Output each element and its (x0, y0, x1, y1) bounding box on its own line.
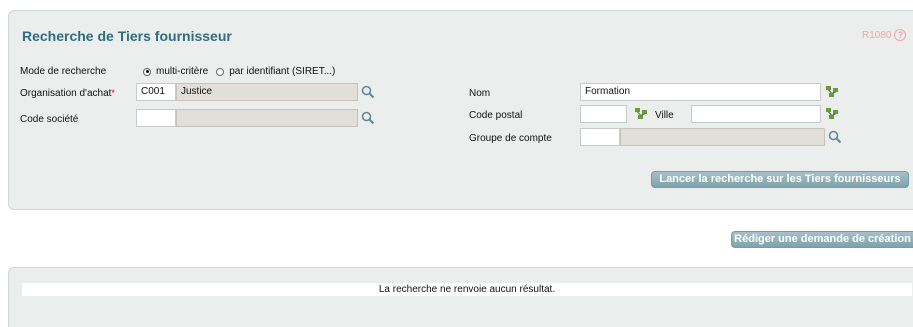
groupe-compte-search-icon[interactable] (828, 130, 842, 144)
groupe-compte-label: Groupe de compte (469, 133, 552, 144)
ville-tree-icon[interactable] (825, 107, 839, 121)
results-panel (8, 267, 913, 327)
radio-identifiant-label: par identifiant (SIRET...) (229, 66, 336, 77)
search-mode-label: Mode de recherche (20, 66, 107, 77)
screen-code-label: R1080 (862, 29, 892, 41)
no-results-message: La recherche ne renvoie aucun résultat. (22, 283, 912, 296)
create-request-button[interactable]: Rédiger une demande de création (731, 231, 913, 248)
societe-label: Code société (20, 114, 79, 125)
nom-label: Nom (469, 88, 491, 99)
societe-code-input[interactable] (136, 109, 176, 127)
organisation-search-icon[interactable] (361, 85, 375, 99)
nom-input[interactable]: Formation (580, 83, 821, 101)
code-postal-label: Code postal (469, 110, 523, 121)
organisation-name-field: Justice (176, 83, 358, 101)
organisation-label: Organisation d'achat* (20, 88, 115, 99)
code-postal-input[interactable] (580, 105, 627, 123)
societe-name-field (176, 109, 358, 127)
organisation-label-text: Organisation d'achat (20, 88, 112, 99)
page-title: Recherche de Tiers fournisseur (22, 28, 232, 44)
radio-multi-critere[interactable] (143, 67, 151, 76)
nom-tree-icon[interactable] (825, 85, 839, 99)
groupe-compte-code-input[interactable] (580, 128, 620, 146)
societe-search-icon[interactable] (361, 111, 375, 125)
search-button[interactable]: Lancer la recherche sur les Tiers fourni… (651, 171, 909, 188)
organisation-code-input[interactable]: C001 (136, 83, 176, 101)
radio-identifiant[interactable] (216, 67, 225, 76)
code-postal-tree-icon[interactable] (634, 107, 648, 121)
groupe-compte-name-field (620, 128, 825, 146)
help-icon[interactable]: ? (894, 29, 907, 41)
screen-code: R1080 ? (862, 29, 907, 41)
required-mark: * (111, 88, 115, 98)
ville-label: Ville (655, 110, 674, 121)
ville-input[interactable] (691, 105, 821, 123)
radio-multi-critere-label: multi-critère (156, 66, 209, 77)
search-mode-group: multi-critère par identifiant (SIRET...) (143, 66, 335, 77)
